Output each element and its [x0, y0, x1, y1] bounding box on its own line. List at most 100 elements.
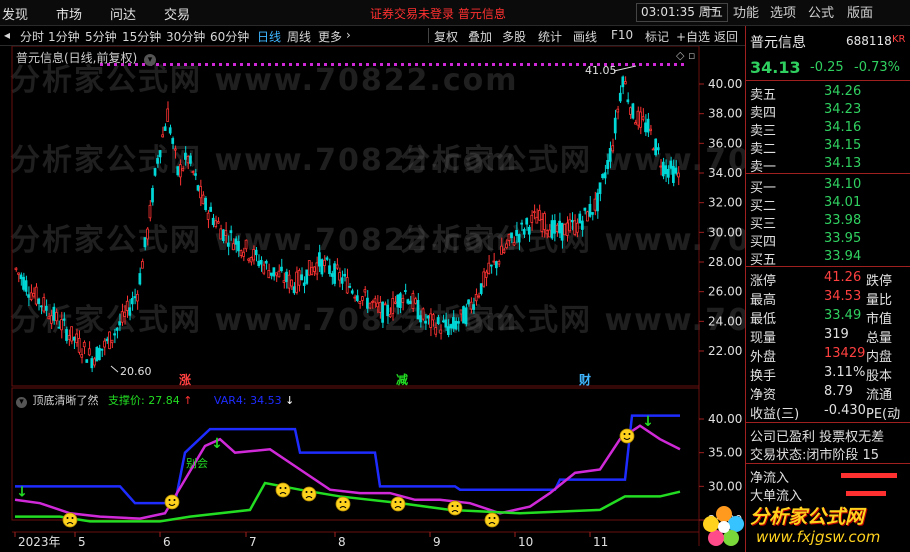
- candle-body: [300, 274, 304, 281]
- back-button[interactable]: 返回: [714, 28, 738, 45]
- signal-dot: [499, 63, 502, 66]
- tab-period-timeline[interactable]: 分时: [20, 28, 44, 45]
- candle-body: [85, 359, 89, 363]
- candle-body: [44, 305, 48, 311]
- signal-dot: [653, 63, 656, 66]
- chevron-down-icon[interactable]: ▾: [16, 397, 27, 408]
- candle-body: [441, 320, 445, 323]
- candle-body: [401, 297, 405, 303]
- signal-dot: [541, 63, 544, 66]
- menu-formula[interactable]: 公式: [808, 2, 834, 21]
- restore-rights-button[interactable]: 复权: [434, 28, 458, 45]
- candle-body: [606, 160, 610, 169]
- candle-body: [459, 309, 463, 315]
- face-circle: [301, 486, 317, 502]
- menu-market[interactable]: 市场: [56, 4, 82, 23]
- candle-body: [436, 317, 440, 324]
- candle-body: [153, 168, 157, 176]
- candle-body: [77, 338, 81, 353]
- ind-y-tick-label: 35.00: [708, 446, 742, 460]
- candle-body: [603, 172, 607, 179]
- down-arrow-icon: ↓: [16, 484, 28, 500]
- fold-icon[interactable]: ◂: [4, 28, 10, 42]
- menu-options[interactable]: 选项: [770, 2, 796, 21]
- candle-body: [517, 234, 521, 243]
- divider: [746, 173, 910, 174]
- candle-body: [219, 228, 223, 240]
- chevron-down-icon[interactable]: ▾: [144, 54, 157, 66]
- kline-chart[interactable]: 41.0520.60涨减财 ↓↓↓别会 40.0038.0036.0034.00…: [0, 46, 745, 552]
- tab-period-weekly[interactable]: 周线: [287, 28, 311, 45]
- chart-settings-icon[interactable]: ◇ ▫: [676, 49, 695, 62]
- candle-body: [108, 331, 111, 350]
- candle-body: [62, 318, 66, 321]
- draw-line-button[interactable]: 画线: [573, 28, 597, 45]
- candle-body: [163, 126, 167, 131]
- event-marker[interactable]: 涨: [179, 372, 191, 387]
- stat-label2: 市值: [866, 312, 893, 327]
- candle-body: [201, 194, 205, 205]
- stat-value: 33.49: [824, 308, 862, 323]
- chevron-right-icon[interactable]: ›: [346, 28, 351, 42]
- candle-body: [312, 266, 316, 272]
- tab-period-30min[interactable]: 30分钟: [166, 28, 205, 45]
- candle-body: [398, 293, 402, 308]
- candle-body: [386, 304, 390, 317]
- signal-dot: [520, 63, 523, 66]
- mark-button[interactable]: 标记: [645, 28, 669, 45]
- tab-period-5min[interactable]: 5分钟: [85, 28, 117, 45]
- signal-dot: [345, 63, 348, 66]
- candle-body: [629, 107, 632, 115]
- signal-dot: [457, 63, 460, 66]
- candle-body: [573, 220, 577, 235]
- menu-trade[interactable]: 交易: [164, 4, 190, 23]
- candle-body: [393, 301, 397, 304]
- signal-dot: [240, 63, 243, 66]
- tab-period-60min[interactable]: 60分钟: [210, 28, 249, 45]
- tab-period-daily[interactable]: 日线: [257, 28, 281, 45]
- indicator-blue-line: [15, 414, 680, 505]
- signal-dot: [436, 63, 439, 66]
- candle-body: [224, 230, 228, 236]
- stat-label2: 流通: [866, 388, 893, 403]
- tab-period-1min[interactable]: 1分钟: [48, 28, 80, 45]
- event-marker[interactable]: 财: [578, 372, 591, 387]
- statistics-button[interactable]: 统计: [538, 28, 562, 45]
- candle-body: [128, 307, 132, 316]
- tab-period-more[interactable]: 更多: [318, 28, 342, 45]
- candle-body: [146, 228, 149, 240]
- candle-body: [666, 168, 670, 178]
- event-marker[interactable]: 减: [396, 372, 408, 387]
- candle-body: [540, 219, 544, 232]
- candle-body: [434, 327, 438, 335]
- window-minimize-icon[interactable]: —: [704, 2, 717, 17]
- candle-body: [409, 300, 412, 305]
- multi-stock-button[interactable]: 多股: [502, 28, 526, 45]
- menu-function[interactable]: 功能: [733, 2, 759, 21]
- signal-dot: [261, 63, 264, 66]
- candle-body: [191, 171, 195, 174]
- add-favorite-button[interactable]: +自选: [676, 28, 710, 45]
- menu-layout[interactable]: 版面: [847, 2, 873, 21]
- face-eye: [623, 433, 626, 435]
- signal-dot: [289, 63, 292, 66]
- candle-body: [593, 198, 597, 211]
- price-change: -0.25: [810, 60, 844, 75]
- candle-body: [118, 321, 121, 326]
- candle-body: [320, 259, 324, 275]
- candle-body: [55, 312, 58, 322]
- candle-body: [318, 252, 321, 267]
- signal-dot: [394, 63, 397, 66]
- menu-discover[interactable]: 发现: [2, 4, 28, 23]
- bid-level-label: 买一: [750, 181, 777, 196]
- candle-body: [469, 301, 473, 310]
- candle-body: [47, 316, 51, 320]
- candle-body: [264, 260, 268, 264]
- f10-button[interactable]: F10: [611, 28, 633, 42]
- overlay-button[interactable]: 叠加: [468, 28, 492, 45]
- candle-body: [113, 333, 116, 336]
- candle-body: [148, 204, 152, 219]
- menu-wenda[interactable]: 问达: [110, 4, 136, 23]
- tab-period-15min[interactable]: 15分钟: [122, 28, 161, 45]
- candle-body: [290, 279, 293, 287]
